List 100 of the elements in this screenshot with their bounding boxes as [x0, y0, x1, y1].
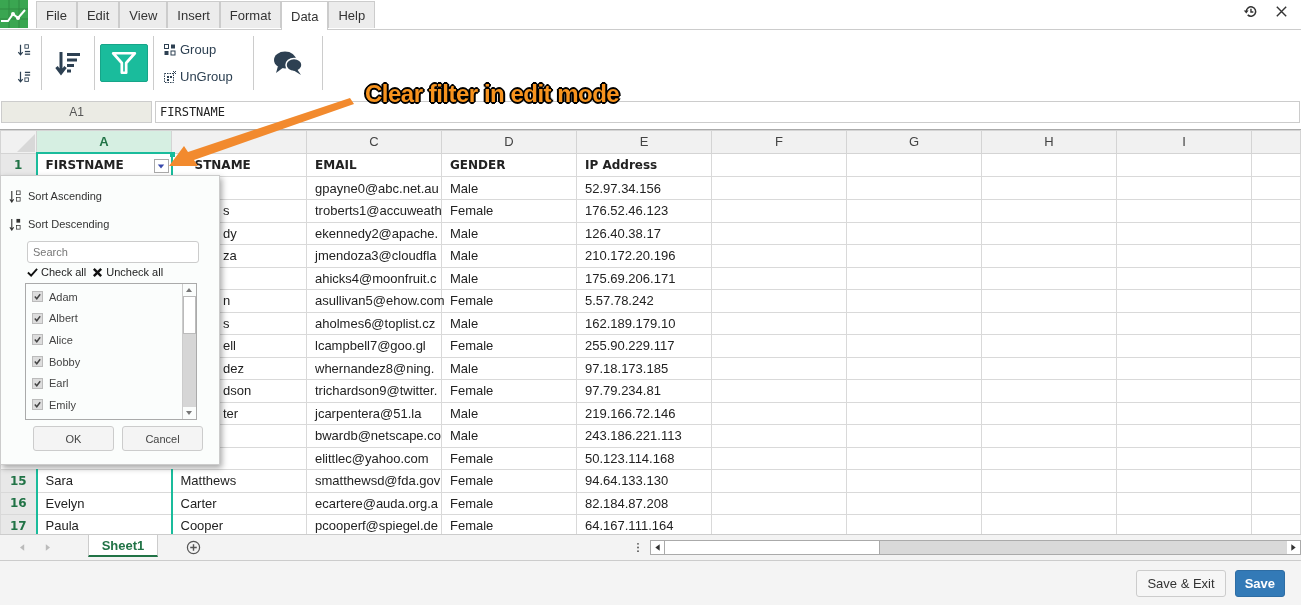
table-cell: elittlec@yahoo.com: [315, 450, 429, 466]
menu-tab[interactable]: File: [36, 1, 77, 28]
table-cell: lcampbell7@goo.gl: [315, 338, 426, 354]
table-cell: 97.79.234.81: [585, 383, 661, 399]
column-header[interactable]: I: [1116, 130, 1252, 153]
table-cell: 175.69.206.171: [585, 270, 676, 286]
header-cell: EMAIL: [315, 157, 357, 172]
table-cell: Male: [450, 360, 479, 376]
scrollbar[interactable]: [182, 284, 196, 419]
sort-ascending-icon[interactable]: [17, 42, 31, 57]
check-icon: [27, 266, 38, 278]
column-header[interactable]: F: [711, 130, 847, 153]
sort-descending-item[interactable]: Sort Descending: [1, 210, 219, 238]
table-cell: ter: [223, 405, 239, 421]
table-cell: jmendoza3@cloudfla: [315, 248, 437, 264]
table-cell: 52.97.34.156: [585, 180, 661, 196]
table-cell: s: [223, 203, 230, 219]
checkbox[interactable]: [32, 291, 43, 303]
header-cell: GENDER: [450, 157, 506, 172]
table-cell: 243.186.221.113: [585, 428, 682, 444]
column-header[interactable]: A: [36, 130, 172, 153]
table-cell: Female: [450, 450, 494, 466]
horizontal-scrollbar[interactable]: [650, 540, 1301, 555]
checkbox[interactable]: [32, 312, 43, 324]
sort-icon[interactable]: [55, 50, 81, 76]
table-cell: smatthewsd@fda.gov: [315, 473, 441, 489]
table-cell: bwardb@netscape.co: [315, 428, 441, 444]
table-cell: Male: [450, 405, 479, 421]
sort-descending-icon: [9, 217, 22, 231]
table-cell: Male: [450, 428, 479, 444]
add-sheet-icon[interactable]: [186, 540, 201, 555]
table-cell: asullivan5@ehow.com: [315, 293, 445, 309]
table-cell: dez: [223, 360, 244, 376]
sort-descending-icon[interactable]: [17, 69, 31, 84]
column-header[interactable]: C: [306, 130, 442, 153]
table-cell: ecartere@auda.org.a: [315, 495, 439, 511]
menu-tab[interactable]: Format: [219, 1, 281, 28]
caret-icon: [157, 162, 165, 170]
column-header[interactable]: H: [981, 130, 1117, 153]
table-cell: whernandez8@ning.: [315, 360, 435, 376]
checkbox[interactable]: [32, 377, 43, 389]
table-cell: Cooper: [180, 518, 224, 534]
table-cell: Carter: [180, 495, 217, 511]
menu-tab[interactable]: Edit: [76, 1, 120, 28]
filter-button[interactable]: [100, 44, 148, 82]
row-number: 17: [0, 514, 37, 534]
cancel-button[interactable]: Cancel: [122, 426, 203, 451]
name-box[interactable]: A1: [1, 101, 152, 123]
sort-ascending-item[interactable]: Sort Ascending: [1, 182, 219, 210]
table-cell: Sara: [45, 473, 73, 489]
menu-tab[interactable]: Help: [328, 1, 376, 28]
column-header[interactable]: D: [441, 130, 577, 153]
history-icon[interactable]: [1243, 3, 1258, 19]
header-cell: IP Address: [585, 157, 658, 172]
checkbox[interactable]: [32, 399, 43, 411]
row-number: 15: [0, 469, 37, 492]
menu-tab[interactable]: View: [119, 1, 168, 28]
filter-icon: [111, 50, 137, 76]
table-cell: za: [223, 248, 237, 264]
search-field[interactable]: Search: [27, 241, 199, 263]
table-cell: Female: [450, 293, 494, 309]
save-exit-button[interactable]: Save & Exit: [1136, 570, 1226, 597]
ungroup-button[interactable]: UnGroup: [164, 69, 233, 84]
table-cell: Paula: [45, 518, 79, 534]
table-cell: gpayne0@abc.net.au: [315, 180, 439, 196]
value-label: Bobby: [49, 355, 81, 368]
column-header[interactable]: G: [846, 130, 982, 153]
checkbox[interactable]: [32, 334, 43, 346]
table-cell: Female: [450, 338, 494, 354]
checkbox[interactable]: [32, 356, 43, 368]
column-header[interactable]: E: [576, 130, 712, 153]
value-label: Albert: [49, 312, 78, 325]
table-cell: Male: [450, 248, 479, 264]
header-cell: FIRSTNAME: [45, 157, 124, 172]
table-cell: s: [223, 315, 230, 331]
table-cell: jcarpentera@51.la: [315, 405, 422, 421]
comments-icon[interactable]: [272, 50, 303, 76]
table-cell: Female: [450, 495, 494, 511]
table-cell: pcooperf@spiegel.de: [315, 518, 439, 534]
ok-button[interactable]: OK: [33, 426, 114, 451]
header-cell: STNAME: [194, 157, 251, 172]
group-icon: [164, 43, 176, 56]
table-cell: dson: [223, 383, 252, 399]
save-button[interactable]: Save: [1234, 570, 1285, 597]
table-cell: Female: [450, 383, 494, 399]
menu-tab[interactable]: Data: [281, 1, 329, 30]
menu-tab[interactable]: Insert: [167, 1, 220, 28]
table-cell: 210.172.20.196: [585, 248, 676, 264]
table-cell: Female: [450, 203, 494, 219]
table-cell: 5.57.78.242: [585, 293, 654, 309]
table-cell: 97.18.173.185: [585, 360, 669, 376]
uncheck-all-button[interactable]: Uncheck all: [92, 266, 164, 278]
sheet-tab[interactable]: Sheet1: [88, 535, 158, 557]
more-icon[interactable]: [636, 542, 640, 553]
filter-dropdown-button[interactable]: [153, 159, 169, 173]
group-button[interactable]: Group: [164, 42, 217, 57]
check-all-button[interactable]: Check all: [27, 266, 87, 278]
table-cell: 219.166.72.146: [585, 405, 676, 421]
table-cell: 64.167.111.164: [585, 518, 674, 534]
table-cell: dy: [223, 225, 237, 241]
